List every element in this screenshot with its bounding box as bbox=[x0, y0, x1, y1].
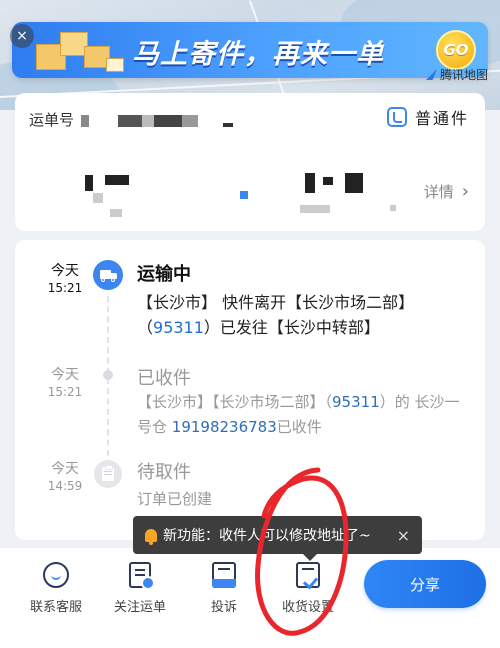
redacted-info bbox=[305, 173, 315, 193]
tracking-timeline: 今天 15:21 运输中 【长沙市】 快件离开【长沙市场二部】（95311）已发… bbox=[15, 240, 485, 540]
phone-number-link[interactable]: 19198236783 bbox=[172, 418, 277, 436]
redacted-info bbox=[323, 177, 333, 185]
details-link[interactable]: 详情 › bbox=[424, 181, 469, 202]
banner-close-button[interactable]: × bbox=[10, 24, 34, 48]
delivery-settings-button[interactable]: 收货设置 bbox=[268, 562, 348, 615]
redacted-info bbox=[85, 175, 93, 191]
new-feature-tooltip: 新功能：收件人可以修改地址了~ × bbox=[133, 516, 422, 561]
service-type-icon bbox=[386, 107, 407, 127]
timeline-connector bbox=[107, 296, 109, 466]
chevron-right-icon: › bbox=[461, 181, 469, 202]
timeline-timestamp: 今天 14:59 bbox=[47, 461, 83, 493]
timeline-detail: 订单已创建 bbox=[137, 490, 213, 508]
timeline-detail: 【长沙市】 快件离开【长沙市场二部】（95311）已发往【长沙中转部】 bbox=[137, 293, 415, 337]
complaint-icon bbox=[212, 562, 236, 588]
bell-icon bbox=[145, 528, 157, 545]
go-badge[interactable]: GO bbox=[436, 30, 476, 70]
chat-icon bbox=[43, 562, 69, 588]
parcel-boxes-illustration bbox=[26, 28, 126, 74]
timeline-timestamp: 今天 15:21 bbox=[47, 367, 83, 399]
redacted-info bbox=[93, 193, 103, 203]
redacted-waybill-number bbox=[118, 115, 198, 127]
redacted-info bbox=[240, 191, 248, 199]
outlet-code-link[interactable]: 95311 bbox=[153, 318, 204, 337]
complaint-button[interactable]: 投诉 bbox=[184, 562, 264, 615]
contact-service-button[interactable]: 联系客服 bbox=[16, 562, 96, 615]
redacted-info bbox=[110, 209, 122, 217]
follow-icon bbox=[129, 562, 155, 590]
tooltip-text: 新功能：收件人可以修改地址了~ bbox=[163, 528, 371, 544]
map-logo-icon bbox=[425, 69, 437, 80]
dot-icon bbox=[103, 370, 113, 380]
timeline-timestamp: 今天 15:21 bbox=[47, 263, 83, 295]
package-settings-icon bbox=[296, 562, 320, 588]
follow-waybill-button[interactable]: 关注运单 bbox=[100, 562, 180, 615]
waybill-number-label: 运单号 bbox=[29, 111, 75, 129]
redacted-info bbox=[300, 205, 330, 213]
timeline-detail: 【长沙市】【长沙市场二部】（95311）的 长沙一号仓 19198236783已… bbox=[137, 393, 460, 436]
banner-headline: 马上寄件，再来一单 bbox=[132, 39, 384, 70]
truck-icon bbox=[93, 260, 123, 290]
bottom-action-bar: 联系客服 关注运单 投诉 收货设置 分享 bbox=[0, 548, 500, 648]
timeline-status: 已收件 bbox=[137, 368, 191, 389]
redacted-waybill-number bbox=[223, 123, 233, 127]
redacted-waybill-number bbox=[81, 115, 89, 127]
timeline-status: 待取件 bbox=[137, 462, 191, 483]
clipboard-icon bbox=[94, 460, 122, 488]
redacted-info bbox=[105, 175, 129, 185]
promo-banner[interactable]: 马上寄件，再来一单 GO bbox=[12, 22, 488, 78]
map-attribution: 腾讯地图 bbox=[425, 66, 488, 83]
timeline-status: 运输中 bbox=[137, 264, 191, 285]
tooltip-close-button[interactable]: × bbox=[397, 526, 410, 545]
redacted-info bbox=[345, 173, 363, 193]
service-type: 普通件 bbox=[386, 105, 469, 129]
outlet-code-link[interactable]: 95311 bbox=[332, 393, 380, 411]
share-button[interactable]: 分享 bbox=[364, 560, 486, 608]
redacted-info bbox=[390, 205, 396, 211]
waybill-card: 运单号 普通件 详情 › bbox=[15, 93, 485, 231]
